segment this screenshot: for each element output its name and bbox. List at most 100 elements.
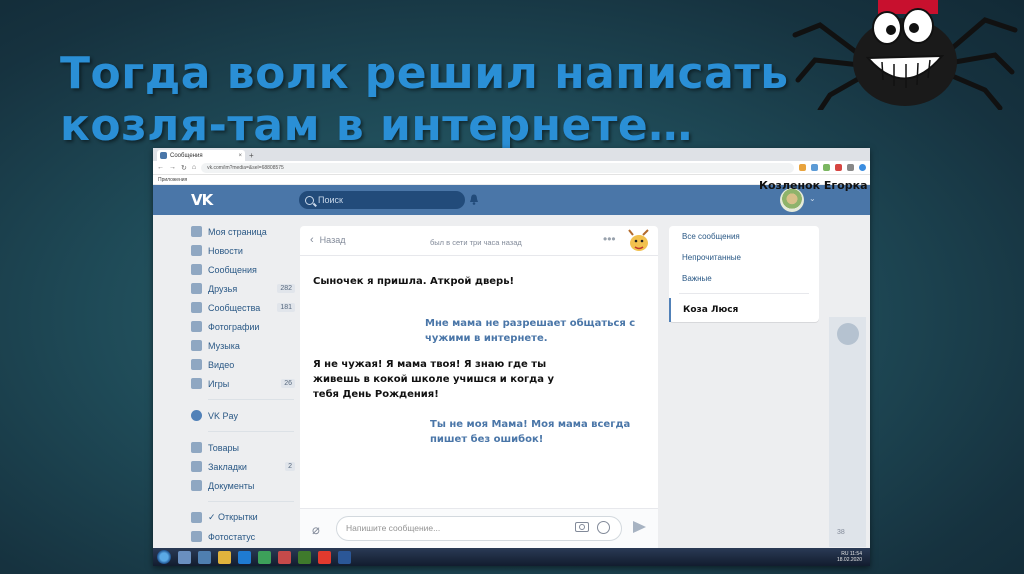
sidebar-icon [191, 245, 202, 256]
sidebar-icon [191, 512, 202, 523]
sidebar-item[interactable]: Друзья 282 [191, 279, 295, 298]
taskbar-app-icon[interactable] [198, 550, 211, 564]
sidebar-icon [191, 321, 202, 332]
extension-icon[interactable] [811, 164, 818, 171]
emoji-icon[interactable] [597, 521, 610, 534]
search-icon [305, 195, 314, 205]
vkpay-icon [191, 410, 202, 421]
back-label: Назад [319, 235, 346, 245]
extension-icon[interactable] [847, 164, 854, 171]
filter-item[interactable]: Все сообщения [669, 226, 819, 247]
extension-icon[interactable] [823, 164, 830, 171]
browser-tab[interactable]: Сообщения × [157, 150, 245, 161]
sidebar-item[interactable]: Новости [191, 241, 295, 260]
chat-panel: ‹ Назад был в сети три часа назад ••• Сы… [300, 226, 658, 548]
sidebar-item-label: Сообщества [208, 302, 261, 313]
sidebar-item-label: Документы [208, 480, 255, 491]
sidebar-item-label: Сообщения [208, 264, 257, 275]
sidebar-count-badge: 181 [277, 303, 295, 312]
sidebar-item-label: Фотографии [208, 321, 260, 332]
active-contact[interactable]: Коза Люся [669, 298, 819, 322]
sidebar-divider [208, 399, 294, 400]
sidebar-item-label: Моя страница [208, 226, 267, 237]
close-tab-icon[interactable]: × [238, 153, 242, 159]
browser-tab-title: Сообщения [170, 152, 203, 159]
back-arrow-icon[interactable]: ← [157, 164, 164, 171]
more-options-icon[interactable]: ••• [603, 232, 616, 246]
sidebar-item[interactable]: Фотографии [191, 317, 295, 336]
folder-icon[interactable] [218, 550, 231, 564]
incoming-message: Я не чужая! Я мама твоя! Я знаю где ты ж… [313, 359, 555, 400]
word-icon[interactable] [338, 550, 351, 564]
send-icon[interactable] [633, 521, 646, 533]
rail-count: 38 [837, 529, 845, 536]
sidebar-icon [191, 359, 202, 370]
address-bar: ← → ↻ ⌂ vk.com/im?media=&sel=68808575 [153, 161, 870, 175]
taskbar-app-icon[interactable] [298, 550, 311, 564]
chat-rail: 38 [829, 317, 866, 547]
sidebar-item[interactable]: Фотостатус [191, 527, 295, 546]
extension-icon[interactable] [799, 164, 806, 171]
bookmark-apps[interactable]: Приложения [158, 177, 187, 183]
message-filters: Все сообщения Непрочитанные Важные Коза Лю… [669, 226, 819, 322]
sidebar-item-label: Товары [208, 442, 239, 453]
chrome-icon[interactable] [258, 550, 271, 564]
taskbar-app-icon[interactable] [278, 550, 291, 564]
sidebar-icon [191, 461, 202, 472]
sidebar-icon [191, 480, 202, 491]
system-tray: RU 11:54 18.02.2020 [837, 551, 870, 563]
sidebar-item[interactable]: ✓ Открытки [191, 508, 295, 527]
sidebar-item-vkpay[interactable]: VK Pay [191, 406, 295, 425]
filter-item[interactable]: Важные [669, 268, 819, 289]
sidebar-item-label: VK Pay [208, 410, 239, 421]
camera-icon[interactable] [575, 522, 589, 532]
paperclip-icon[interactable]: ⌀ [312, 522, 320, 538]
outgoing-message: Мне мама не разрешает общаться с чужими … [425, 318, 636, 344]
user-name: Козленок Егорка [759, 179, 868, 192]
filters-divider [679, 293, 809, 294]
bell-icon[interactable] [469, 194, 479, 205]
browser-tabbar: Сообщения × + [153, 148, 870, 161]
sidebar-icon [191, 531, 202, 542]
chevron-down-icon[interactable]: ⌄ [809, 194, 816, 203]
new-tab-button[interactable]: + [249, 150, 254, 161]
reload-icon[interactable]: ↻ [181, 164, 187, 172]
sidebar-item[interactable]: Игры 26 [191, 374, 295, 393]
sidebar-item[interactable]: Музыка [191, 336, 295, 355]
sidebar-item-label: Новости [208, 245, 243, 256]
windows-taskbar: RU 11:54 18.02.2020 [153, 548, 870, 566]
extension-icon[interactable] [835, 164, 842, 171]
browser-screenshot: Сообщения × + ← → ↻ ⌂ vk.com/im?media=&s… [153, 148, 870, 566]
search-input[interactable]: Поиск [299, 191, 465, 209]
spider-cartoon-icon [792, 0, 1018, 110]
contact-avatar[interactable] [837, 323, 859, 345]
sidebar-count-badge: 282 [277, 284, 295, 293]
sidebar-item[interactable]: Закладки 2 [191, 457, 295, 476]
sidebar-item[interactable]: Моя страница [191, 222, 295, 241]
vk-logo[interactable]: VK [191, 191, 213, 209]
sidebar-divider [208, 501, 294, 502]
profile-icon[interactable] [859, 164, 866, 171]
chevron-left-icon: ‹ [310, 234, 314, 246]
sidebar-icon [191, 283, 202, 294]
sidebar-item-label: ✓ Открытки [208, 512, 258, 522]
taskbar-app-icon[interactable] [178, 550, 191, 564]
yandex-icon[interactable] [318, 550, 331, 564]
url-field[interactable]: vk.com/im?media=&sel=68808575 [201, 162, 794, 173]
sidebar-item-label: Музыка [208, 340, 240, 351]
sidebar-item[interactable]: Сообщества 181 [191, 298, 295, 317]
ie-icon[interactable] [238, 550, 251, 564]
forward-arrow-icon[interactable]: → [169, 164, 176, 171]
start-button[interactable] [157, 550, 171, 564]
vk-favicon-icon [160, 152, 167, 159]
goat-avatar-icon[interactable] [625, 229, 651, 253]
incoming-message: Сыночек я пришла. Аткрой дверь! [313, 276, 515, 287]
sidebar-item[interactable]: Товары [191, 438, 295, 457]
sidebar-item[interactable]: Сообщения [191, 260, 295, 279]
home-icon[interactable]: ⌂ [192, 164, 196, 171]
sidebar-icon [191, 340, 202, 351]
sidebar-item[interactable]: Документы [191, 476, 295, 495]
sidebar-item[interactable]: Видео [191, 355, 295, 374]
back-button[interactable]: ‹ Назад [310, 234, 346, 246]
filter-item[interactable]: Непрочитанные [669, 247, 819, 268]
